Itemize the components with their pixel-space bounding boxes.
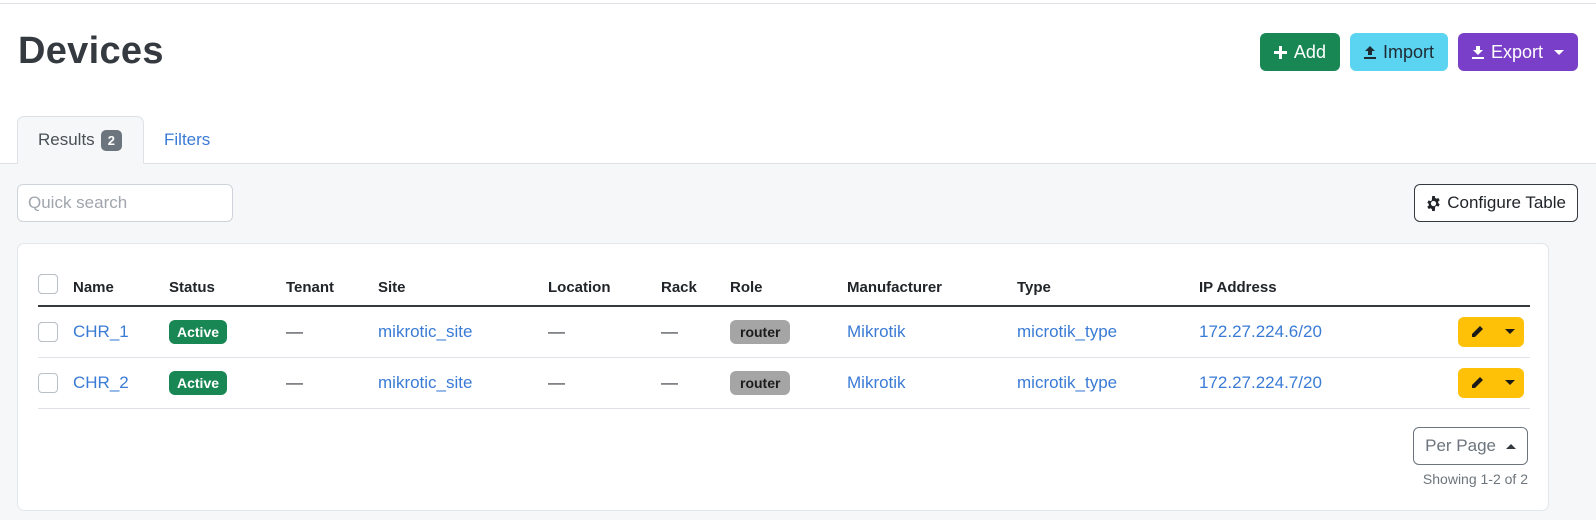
site-link[interactable]: mikrotic_site <box>378 322 472 341</box>
column-header[interactable]: Location <box>548 268 661 307</box>
type-link[interactable]: microtik_type <box>1017 373 1117 392</box>
ip-address-link[interactable]: 172.27.224.7/20 <box>1199 373 1322 392</box>
column-header[interactable]: Type <box>1017 268 1199 307</box>
chevron-up-icon <box>1506 443 1516 449</box>
table-row: CHR_1 Active — mikrotic_site — — router … <box>38 306 1530 358</box>
results-panel: Configure Table Name Status Tenant Site … <box>0 164 1596 520</box>
chevron-down-icon <box>1554 49 1564 55</box>
add-button-label: Add <box>1293 41 1326 62</box>
results-count-badge: 2 <box>100 129 122 151</box>
per-page-dropdown[interactable]: Per Page <box>1413 427 1528 465</box>
tenant-value: — <box>286 321 303 341</box>
select-all-checkbox[interactable] <box>38 274 58 294</box>
actions-column-header <box>1359 268 1530 307</box>
rack-value: — <box>661 321 678 341</box>
device-name-link[interactable]: CHR_2 <box>73 373 129 392</box>
row-edit-button[interactable] <box>1458 316 1524 347</box>
status-badge: Active <box>169 370 228 395</box>
location-value: — <box>548 372 565 392</box>
manufacturer-link[interactable]: Mikrotik <box>847 322 906 341</box>
configure-table-label: Configure Table <box>1447 193 1566 212</box>
ip-address-link[interactable]: 172.27.224.6/20 <box>1199 322 1322 341</box>
role-badge[interactable]: router <box>730 319 791 344</box>
chevron-down-icon <box>1505 329 1515 335</box>
row-edit-button[interactable] <box>1458 367 1524 398</box>
location-value: — <box>548 321 565 341</box>
pencil-icon <box>1472 376 1483 388</box>
upload-icon <box>1363 45 1376 59</box>
column-header[interactable]: Name <box>73 268 169 307</box>
export-button[interactable]: Export <box>1457 33 1578 71</box>
quick-search-input[interactable] <box>17 184 233 222</box>
column-header[interactable]: Tenant <box>286 268 378 307</box>
column-header[interactable]: Manufacturer <box>847 268 1017 307</box>
role-badge[interactable]: router <box>730 370 791 395</box>
header-actions: Add Import Export <box>1259 33 1578 71</box>
manufacturer-link[interactable]: Mikrotik <box>847 373 906 392</box>
add-button[interactable]: Add <box>1259 33 1340 71</box>
table-header-row: Name Status Tenant Site Location Rack Ro… <box>38 268 1530 307</box>
tab-results-label: Results <box>38 130 95 149</box>
tab-results[interactable]: Results 2 <box>17 116 144 164</box>
download-icon <box>1471 45 1484 59</box>
site-link[interactable]: mikrotic_site <box>378 373 472 392</box>
import-button[interactable]: Import <box>1349 33 1448 71</box>
device-name-link[interactable]: CHR_1 <box>73 322 129 341</box>
row-checkbox[interactable] <box>38 322 58 342</box>
tenant-value: — <box>286 372 303 392</box>
row-checkbox[interactable] <box>38 372 58 393</box>
results-card: Name Status Tenant Site Location Rack Ro… <box>17 243 1549 511</box>
configure-table-button[interactable]: Configure Table <box>1414 184 1578 222</box>
table-row: CHR_2 Active — mikrotic_site — — router … <box>38 357 1530 409</box>
chevron-down-icon <box>1505 380 1515 385</box>
export-button-label: Export <box>1490 41 1543 62</box>
gear-icon <box>1427 195 1440 211</box>
import-button-label: Import <box>1382 41 1434 62</box>
column-header[interactable]: IP Address <box>1199 268 1359 307</box>
column-header[interactable]: Site <box>378 268 548 307</box>
page-header: Devices Add Import Export <box>0 4 1596 108</box>
per-page-label: Per Page <box>1425 436 1496 455</box>
devices-table: Name Status Tenant Site Location Rack Ro… <box>38 268 1530 409</box>
status-badge: Active <box>169 319 228 344</box>
column-header[interactable]: Status <box>169 268 286 307</box>
tab-filters[interactable]: Filters <box>144 116 230 164</box>
plus-icon <box>1273 45 1287 59</box>
column-header[interactable]: Rack <box>661 268 730 307</box>
page-title: Devices <box>18 30 164 72</box>
pencil-icon <box>1472 325 1483 337</box>
type-link[interactable]: microtik_type <box>1017 322 1117 341</box>
pagination-summary: Showing 1-2 of 2 <box>1422 471 1528 487</box>
rack-value: — <box>661 372 678 392</box>
tab-filters-label: Filters <box>164 130 211 149</box>
column-header[interactable]: Role <box>730 268 847 307</box>
tab-bar: Results 2 Filters <box>0 108 1596 164</box>
